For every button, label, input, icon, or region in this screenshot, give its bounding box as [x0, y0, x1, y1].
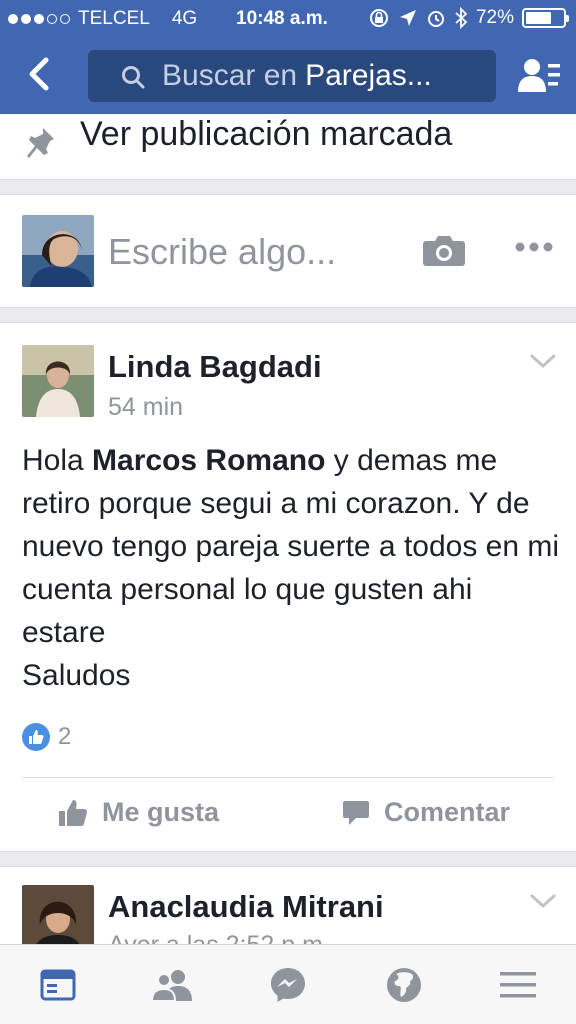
chevron-left-icon: [29, 57, 49, 91]
post-author[interactable]: Anaclaudia Mitrani: [108, 889, 384, 925]
feed-post: Linda Bagdadi 54 min Hola Marcos Romano …: [0, 322, 576, 852]
post-body-prefix: Hola: [22, 444, 93, 477]
tab-notifications[interactable]: [382, 963, 426, 1007]
author-avatar[interactable]: [22, 345, 94, 417]
alarm-clock-icon: [427, 11, 444, 27]
like-button-label: Me gusta: [102, 797, 220, 827]
network-type: 4G: [171, 8, 198, 29]
tab-news-feed[interactable]: [36, 963, 80, 1007]
member-list-icon: [518, 59, 560, 92]
back-button[interactable]: [18, 52, 62, 96]
feed-post: Anaclaudia Mitrani Ayer a las 2:52 p.m.: [0, 866, 576, 946]
search-icon: [122, 66, 145, 89]
composer-placeholder: Escribe algo...: [108, 231, 337, 272]
more-options-icon[interactable]: [514, 241, 554, 253]
hamburger-menu-icon: [500, 972, 536, 998]
camera-icon[interactable]: [422, 233, 466, 267]
news-feed-icon: [40, 969, 76, 1001]
search-prefix: Buscar en: [162, 59, 298, 92]
tab-menu[interactable]: [496, 963, 540, 1007]
pin-icon: [27, 128, 54, 158]
post-time[interactable]: 54 min: [108, 393, 183, 422]
group-search-field[interactable]: Buscar en Parejas...: [88, 50, 496, 102]
pinned-post-label: Ver publicación marcada: [80, 115, 453, 153]
reaction-summary[interactable]: 2: [22, 723, 71, 751]
messenger-icon: [271, 968, 305, 1002]
like-reaction-icon: [22, 723, 50, 751]
carrier-name: TELCEL: [78, 8, 150, 29]
mention-link[interactable]: Marcos Romano: [92, 444, 325, 477]
comment-icon: [343, 800, 369, 825]
friends-icon: [151, 970, 192, 1001]
post-author[interactable]: Linda Bagdadi: [108, 349, 322, 385]
post-body-closing: Saludos: [22, 659, 131, 692]
thumbs-up-icon: [59, 799, 88, 826]
divider: [22, 777, 554, 778]
post-composer[interactable]: Escribe algo...: [0, 194, 576, 308]
signal-strength-icon: [8, 14, 70, 24]
battery-icon: [522, 8, 569, 28]
like-count: 2: [58, 723, 72, 750]
bluetooth-icon: [455, 7, 468, 29]
group-members-button[interactable]: [518, 56, 562, 96]
navigation-bar: Buscar en Parejas...: [0, 38, 576, 114]
like-button[interactable]: Me gusta: [58, 797, 219, 828]
bottom-tab-bar: [0, 944, 576, 1024]
orientation-lock-icon: [369, 9, 388, 27]
comment-button[interactable]: Comentar: [342, 797, 510, 828]
comment-button-label: Comentar: [384, 797, 511, 827]
pinned-post-link[interactable]: Ver publicación marcada: [0, 114, 576, 180]
tab-friends[interactable]: [150, 963, 194, 1007]
tab-messenger[interactable]: [266, 963, 310, 1007]
chevron-down-icon[interactable]: [530, 893, 556, 909]
post-body: Hola Marcos Romano y demas me retiro por…: [22, 439, 562, 697]
globe-icon: [387, 968, 421, 1002]
status-bar: TELCEL 4G 10:48 a.m. 72%: [0, 0, 576, 38]
author-avatar[interactable]: [22, 885, 94, 946]
location-arrow-icon: [399, 10, 416, 26]
chevron-down-icon[interactable]: [530, 353, 556, 369]
user-avatar: [22, 215, 94, 287]
search-group-name: Parejas...: [305, 59, 432, 92]
status-time: 10:48 a.m.: [236, 8, 328, 29]
post-actions: Me gusta Comentar: [0, 789, 576, 843]
battery-percentage: 72%: [475, 7, 514, 28]
